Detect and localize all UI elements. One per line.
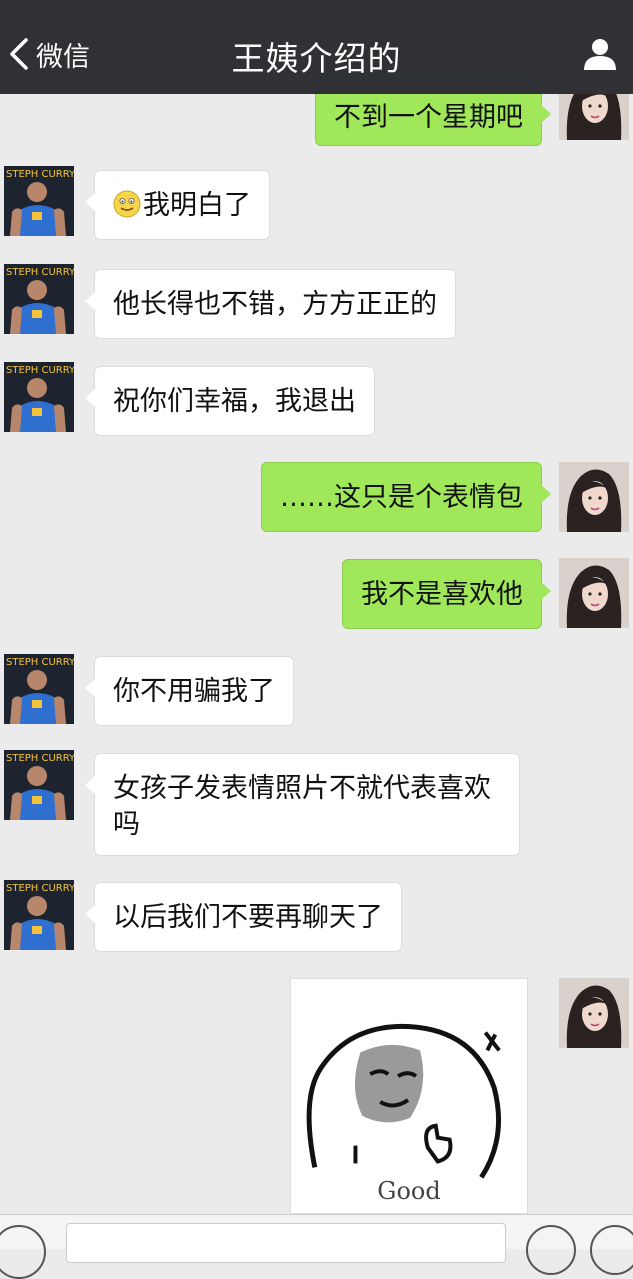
message-bubble-outgoing[interactable]: ……这只是个表情包 — [261, 462, 551, 532]
svg-text:STEPH CURRY: STEPH CURRY — [6, 169, 74, 180]
girl-avatar-icon — [559, 978, 629, 1048]
message-bubble-outgoing[interactable]: 我不是喜欢他 — [342, 559, 551, 629]
svg-text:STEPH CURRY: STEPH CURRY — [6, 267, 74, 278]
message-text: 以后我们不要再聊天了 — [113, 902, 383, 933]
contact-avatar[interactable]: STEPH CURRY — [4, 362, 74, 432]
chat-header: 微信 王姨介绍的 — [0, 0, 633, 94]
sticker-caption: Good — [377, 1177, 441, 1205]
message-text: 祝你们幸福，我退出 — [113, 386, 356, 417]
person-icon — [584, 39, 616, 70]
message-bubble-incoming[interactable]: 以后我们不要再聊天了 — [85, 882, 402, 952]
curry-avatar-icon: STEPH CURRY — [4, 166, 74, 236]
contact-avatar[interactable]: STEPH CURRY — [4, 264, 74, 334]
contact-avatar[interactable]: STEPH CURRY — [4, 880, 74, 950]
profile-button[interactable] — [581, 36, 619, 74]
emoji-button[interactable] — [526, 1225, 576, 1275]
more-options-button[interactable] — [590, 1225, 633, 1275]
svg-text:STEPH CURRY: STEPH CURRY — [6, 883, 74, 894]
self-avatar[interactable] — [559, 94, 629, 140]
contact-avatar[interactable]: STEPH CURRY — [4, 654, 74, 724]
curry-avatar-icon: STEPH CURRY — [4, 264, 74, 334]
message-text: 他长得也不错，方方正正的 — [113, 289, 437, 320]
message-text: 我不是喜欢他 — [361, 579, 523, 610]
contact-avatar[interactable]: STEPH CURRY — [4, 750, 74, 820]
message-bubble-incoming[interactable]: 我明白了 — [85, 170, 270, 240]
girl-avatar-icon — [559, 94, 629, 140]
input-bar — [0, 1214, 633, 1279]
message-text: 女孩子发表情照片不就代表喜欢吗 — [113, 773, 491, 840]
message-bubble-incoming[interactable]: 他长得也不错，方方正正的 — [85, 269, 456, 339]
message-list[interactable]: 不到一个星期吧 STEPH CURRY 我明白了 STEPH CURRY 他长得… — [0, 94, 633, 1214]
curry-avatar-icon: STEPH CURRY — [4, 654, 74, 724]
message-text: 你不用骗我了 — [113, 676, 275, 707]
self-avatar[interactable] — [559, 978, 629, 1048]
girl-avatar-icon — [559, 462, 629, 532]
message-text: ……这只是个表情包 — [280, 482, 523, 513]
message-bubble-incoming[interactable]: 你不用骗我了 — [85, 656, 294, 726]
curry-avatar-icon: STEPH CURRY — [4, 362, 74, 432]
girl-avatar-icon — [559, 558, 629, 628]
message-bubble-incoming[interactable]: 祝你们幸福，我退出 — [85, 366, 375, 436]
message-bubble-incoming[interactable]: 女孩子发表情照片不就代表喜欢吗 — [85, 753, 520, 856]
message-text: 我明白了 — [143, 190, 251, 221]
contact-avatar[interactable]: STEPH CURRY — [4, 166, 74, 236]
curry-avatar-icon: STEPH CURRY — [4, 880, 74, 950]
self-avatar[interactable] — [559, 462, 629, 532]
self-avatar[interactable] — [559, 558, 629, 628]
chat-title: 王姨介绍的 — [231, 39, 402, 78]
svg-text:STEPH CURRY: STEPH CURRY — [6, 753, 74, 764]
sticker-message[interactable]: Good — [290, 978, 528, 1214]
voice-input-button[interactable] — [0, 1225, 46, 1279]
curry-avatar-icon: STEPH CURRY — [4, 750, 74, 820]
message-input[interactable] — [66, 1223, 506, 1263]
message-text: 不到一个星期吧 — [334, 102, 523, 133]
svg-text:STEPH CURRY: STEPH CURRY — [6, 365, 74, 376]
message-bubble-outgoing[interactable]: 不到一个星期吧 — [315, 94, 551, 146]
svg-text:STEPH CURRY: STEPH CURRY — [6, 657, 74, 668]
smile-emoji-icon — [113, 190, 141, 218]
